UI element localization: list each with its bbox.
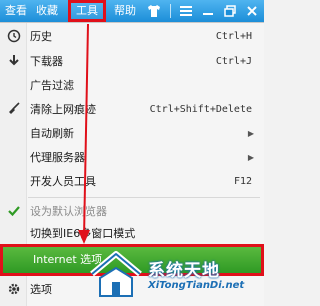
menu-list-icon[interactable] xyxy=(178,3,194,19)
watermark-logo-icon xyxy=(90,251,142,297)
toolbar-divider xyxy=(170,4,171,18)
restore-icon[interactable] xyxy=(222,3,238,19)
shortcut-text: Ctrl+J xyxy=(215,56,252,67)
menu-item-downloader[interactable]: 下载器 Ctrl+J xyxy=(0,51,262,73)
menu-item-label: 代理服务器 xyxy=(30,151,85,164)
submenu-arrow-icon: ▶ xyxy=(247,153,254,162)
close-icon[interactable] xyxy=(244,3,260,19)
menu-item-label: 切换到IE6多窗口模式 xyxy=(30,227,136,240)
shirt-skin-icon[interactable] xyxy=(146,3,162,19)
shortcut-text: Ctrl+Shift+Delete xyxy=(149,104,252,115)
menu-tools[interactable]: 工具 xyxy=(68,0,106,22)
menu-item-developer-tools[interactable]: 开发人员工具 F12 xyxy=(0,171,262,193)
menu-item-label: 自动刷新 xyxy=(30,127,74,140)
shortcut-text: Ctrl+H xyxy=(215,31,252,42)
menu-item-label: 下载器 xyxy=(30,55,63,68)
menu-item-label: 开发人员工具 xyxy=(30,175,96,188)
download-icon xyxy=(6,54,22,70)
menu-bar: 查看 收藏 工具 帮助 xyxy=(0,0,264,22)
menu-item-auto-refresh[interactable]: 自动刷新 ▶ xyxy=(0,123,262,145)
menu-help[interactable]: 帮助 xyxy=(110,0,140,22)
broom-icon xyxy=(6,102,22,118)
minimize-icon[interactable] xyxy=(200,3,216,19)
menu-item-proxy-server[interactable]: 代理服务器 ▶ xyxy=(0,147,262,169)
watermark-subtitle: XiTongTianDi.net xyxy=(148,280,245,291)
menu-item-label: 清除上网痕迹 xyxy=(30,103,96,116)
check-icon xyxy=(6,204,22,220)
menu-separator xyxy=(28,197,260,198)
gear-icon xyxy=(6,282,22,298)
watermark: 系统天地 XiTongTianDi.net xyxy=(88,250,258,302)
menu-item-label: 历史 xyxy=(30,30,52,43)
menu-item-set-default-browser: 设为默认浏览器 xyxy=(0,201,262,223)
watermark-title: 系统天地 xyxy=(148,261,220,281)
menu-item-label: 广告过滤 xyxy=(30,79,74,92)
menu-item-history[interactable]: 历史 Ctrl+H xyxy=(0,26,262,48)
menu-view[interactable]: 查看 xyxy=(2,0,30,22)
menu-item-ad-filter[interactable]: 广告过滤 xyxy=(0,75,262,97)
menu-favorites[interactable]: 收藏 xyxy=(32,0,62,22)
menu-item-switch-ie6-mode[interactable]: 切换到IE6多窗口模式 xyxy=(0,223,262,245)
submenu-arrow-icon: ▶ xyxy=(247,129,254,138)
menu-item-label: 设为默认浏览器 xyxy=(30,205,107,218)
menu-item-label: 选项 xyxy=(30,283,52,296)
clock-icon xyxy=(6,29,22,45)
menu-item-clear-traces[interactable]: 清除上网痕迹 Ctrl+Shift+Delete xyxy=(0,99,262,121)
shortcut-text: F12 xyxy=(233,176,252,187)
